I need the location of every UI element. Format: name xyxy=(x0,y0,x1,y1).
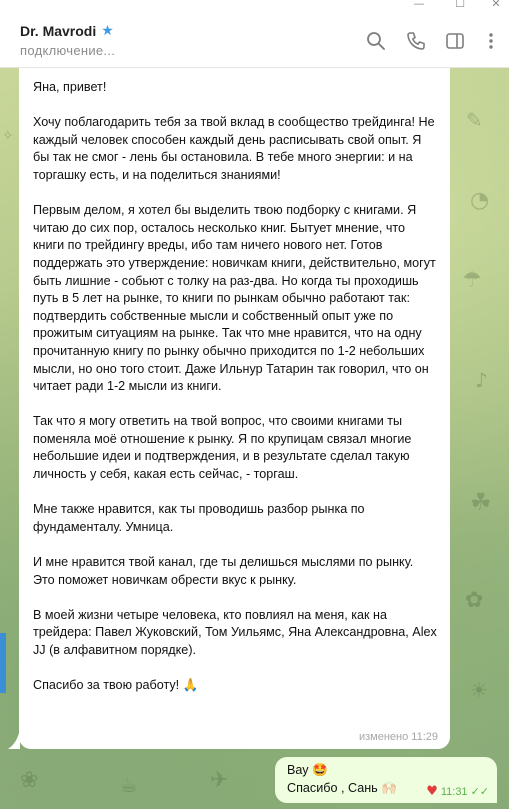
connection-status: подключение... xyxy=(20,43,116,58)
doodle-icon: ✈ xyxy=(210,768,229,793)
maximize-button[interactable]: ☐ xyxy=(453,0,467,10)
minimize-button[interactable]: — xyxy=(412,0,426,10)
bubble-tail-icon xyxy=(8,729,20,749)
message-paragraph: И мне нравится твой канал, где ты делишь… xyxy=(33,555,414,587)
incoming-message[interactable]: Яна, привет! Хочу поблагодарить тебя за … xyxy=(19,68,450,749)
window-titlebar: — ☐ ✕ xyxy=(0,0,509,12)
search-icon[interactable] xyxy=(365,30,387,52)
chat-title-row[interactable]: Dr. Mavrodi ★ xyxy=(20,22,115,40)
message-paragraph: Мне также нравится, как ты проводишь раз… xyxy=(33,502,365,534)
doodle-icon: ✎ xyxy=(466,108,483,132)
chat-header: Dr. Mavrodi ★ подключение... xyxy=(0,12,509,68)
message-text: Яна, привет! Хочу поблагодарить тебя за … xyxy=(33,79,438,712)
star-icon: ★ xyxy=(101,23,114,39)
doodle-icon: ☂ xyxy=(462,268,482,293)
message-time: 11:31 xyxy=(440,785,468,798)
doodle-icon: ☘ xyxy=(470,488,492,516)
read-checkmarks-icon: ✓✓ xyxy=(470,786,489,798)
message-paragraph: Яна, привет! xyxy=(33,80,107,94)
doodle-icon: ❀ xyxy=(20,768,39,793)
doodle-icon: ✿ xyxy=(465,588,484,613)
message-paragraph: Первым делом, я хотел бы выделить твою п… xyxy=(33,203,436,394)
sidebar-toggle-icon[interactable] xyxy=(444,30,466,52)
more-icon[interactable] xyxy=(480,30,502,52)
doodle-icon: ✧ xyxy=(2,128,14,144)
doodle-icon: ☕ xyxy=(120,773,138,797)
unread-indicator xyxy=(0,633,6,693)
phone-icon[interactable] xyxy=(405,30,427,52)
chat-title[interactable]: Dr. Mavrodi xyxy=(20,23,96,39)
message-paragraph: Так что я могу ответить на твой вопрос, … xyxy=(33,414,412,482)
message-meta: ♥ 11:31 ✓✓ xyxy=(426,784,489,799)
message-paragraph: Спасибо за твою работу! 🙏 xyxy=(33,678,199,693)
message-paragraph: В моей жизни четыре человека, кто повлия… xyxy=(33,607,437,657)
message-paragraph: Хочу поблагодарить тебя за твой вклад в … xyxy=(33,115,435,182)
close-window-button[interactable]: ✕ xyxy=(489,0,503,10)
doodle-icon: ☀ xyxy=(470,678,488,702)
message-line: Вау 🤩 xyxy=(287,763,328,777)
outgoing-message[interactable]: Вау 🤩 Спасибо , Сань 🙌🏻 ♥ 11:31 ✓✓ xyxy=(275,757,497,803)
doodle-icon: ◔ xyxy=(470,188,490,213)
doodle-icon: ♪ xyxy=(475,368,488,392)
edited-timestamp: изменено 11:29 xyxy=(358,731,438,743)
heart-reaction-icon[interactable]: ♥ xyxy=(426,784,438,799)
message-line: Спасибо , Сань 🙌🏻 xyxy=(287,781,397,795)
chat-area[interactable]: ✎ ◔ ☂ ♪ ☘ ✿ ☀ ✧ ❀ ☕ ✈ Яна, привет! Хочу … xyxy=(0,68,509,809)
